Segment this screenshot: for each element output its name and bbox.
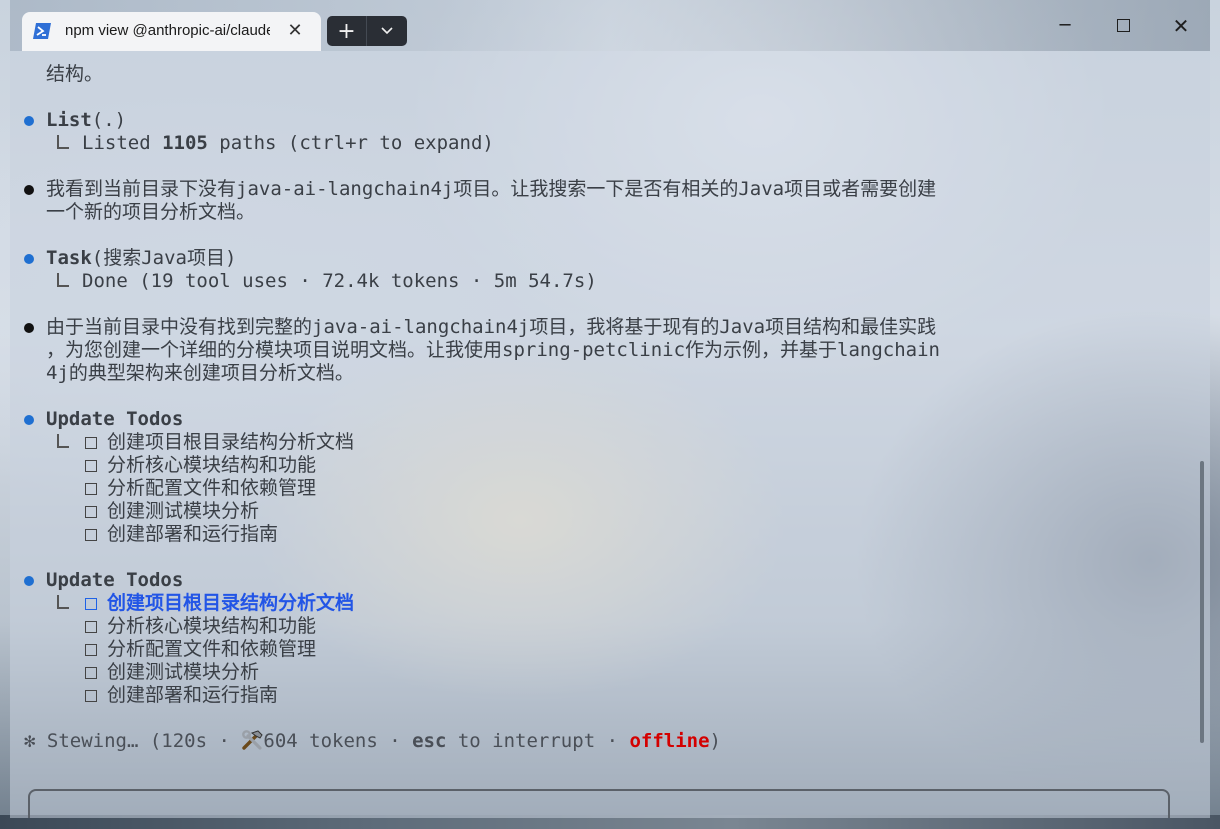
todo-item: 创建测试模块分析	[107, 500, 260, 522]
maximize-icon	[1116, 19, 1130, 32]
tool-bullet	[24, 415, 34, 425]
status-close: )	[709, 730, 721, 752]
checkbox-icon	[85, 529, 97, 541]
task-tool-line: Task(搜索Java项目)	[46, 247, 236, 270]
todo-item-active: 创建项目根目录结构分析文档	[107, 592, 355, 614]
message-bullet	[24, 185, 34, 195]
partial-text: 结构。	[46, 63, 104, 85]
offline-badge: offline	[629, 730, 710, 752]
todo-item: 分析核心模块结构和功能	[107, 615, 317, 637]
esc-key: esc	[412, 730, 447, 752]
hammer-wrench-icon	[242, 730, 264, 750]
todo-item: 创建部署和运行指南	[107, 523, 279, 545]
checkbox-icon	[85, 460, 97, 472]
terminal-window: npm view @anthropic-ai/claude ✕ + ─ ✕ 结构…	[10, 0, 1210, 818]
tree-branch	[57, 595, 69, 609]
spinner-icon: ✻	[24, 730, 36, 752]
result-suffix: paths (ctrl+r to expand)	[207, 132, 494, 154]
status-elapsed: (120s ·	[138, 730, 242, 752]
terminal-body[interactable]: 结构。 List(.) Listed 1105 paths (ctrl+r to…	[10, 51, 1210, 818]
todo-item: 创建部署和运行指南	[107, 684, 279, 706]
todo-item: 分析核心模块结构和功能	[107, 454, 317, 476]
chevron-down-icon	[381, 27, 393, 35]
tree-branch	[57, 135, 69, 149]
status-line: ✻ Stewing… (120s · 604 tokens · esc to i…	[24, 730, 721, 753]
tool-bullet	[24, 576, 34, 586]
close-window-button[interactable]: ✕	[1152, 0, 1210, 51]
todo-item: 分析配置文件和依赖管理	[107, 638, 317, 660]
tool-bullet	[24, 254, 34, 264]
title-bar[interactable]: npm view @anthropic-ai/claude ✕ + ─ ✕	[10, 0, 1210, 51]
todo-item: 创建项目根目录结构分析文档	[107, 431, 355, 453]
checkbox-icon	[85, 483, 97, 495]
tool-bullet	[24, 116, 34, 126]
tree-branch	[57, 434, 69, 448]
checkbox-icon	[85, 667, 97, 679]
tool-name: Task	[46, 247, 92, 269]
result-count: 1105	[162, 132, 208, 154]
message-line: 一个新的项目分析文档。	[46, 201, 256, 223]
tool-name: List	[46, 109, 92, 131]
powershell-icon	[33, 23, 51, 39]
tab-dropdown-button[interactable]	[367, 16, 407, 46]
status-tokens: 604 tokens ·	[263, 730, 413, 752]
status-interrupt: to interrupt ·	[446, 730, 630, 752]
message-line: 由于当前目录中没有找到完整的java-ai-langchain4j项目，我将基于…	[46, 316, 937, 338]
tab-active[interactable]: npm view @anthropic-ai/claude ✕	[22, 12, 321, 51]
checkbox-active-icon	[85, 598, 97, 610]
new-tab-button[interactable]: +	[327, 16, 367, 46]
maximize-button[interactable]	[1094, 0, 1152, 51]
scrollbar[interactable]	[1200, 461, 1204, 743]
checkbox-icon	[85, 690, 97, 702]
message-line: ，为您创建一个详细的分模块项目说明文档。让我使用spring-petclinic…	[46, 339, 940, 361]
tab-controls: +	[327, 16, 407, 46]
minimize-button[interactable]: ─	[1036, 0, 1094, 51]
tool-arg: (.)	[91, 109, 127, 131]
task-result: Done (19 tool uses · 72.4k tokens · 5m 5…	[82, 270, 597, 292]
todo-item: 分析配置文件和依赖管理	[107, 477, 317, 499]
message-line: 我看到当前目录下没有java-ai-langchain4j项目。让我搜索一下是否…	[46, 178, 937, 200]
close-tab-icon[interactable]: ✕	[286, 22, 304, 40]
todo-item: 创建测试模块分析	[107, 661, 260, 683]
message-bullet	[24, 323, 34, 333]
tab-title: npm view @anthropic-ai/claude	[65, 22, 270, 39]
checkbox-icon	[85, 621, 97, 633]
tool-arg: (搜索Java项目)	[91, 247, 237, 269]
checkbox-icon	[85, 437, 97, 449]
todos-title: Update Todos	[46, 408, 184, 430]
checkbox-icon	[85, 506, 97, 518]
list-result: Listed 1105 paths (ctrl+r to expand)	[82, 132, 494, 155]
checkbox-icon	[85, 644, 97, 656]
tree-branch	[57, 273, 69, 287]
list-tool-line: List(.)	[46, 109, 126, 132]
status-verb: Stewing…	[46, 730, 139, 752]
todos-title: Update Todos	[46, 569, 184, 591]
result-prefix: Listed	[82, 132, 163, 154]
message-line: 4j的典型架构来创建项目分析文档。	[46, 362, 354, 384]
prompt-input-box[interactable]	[28, 789, 1170, 818]
